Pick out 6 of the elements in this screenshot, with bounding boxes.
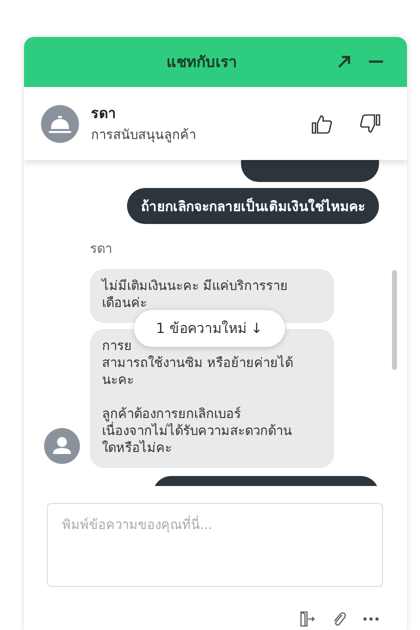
sender-name: รดา: [90, 241, 113, 259]
user-message: ถ้ายกเลิกจะกลายเป็นเติมเงินใช่ไหมคะ: [127, 188, 379, 224]
agent-role: การสนับสนุนลูกค้า: [91, 127, 197, 145]
window-title: แชทกับเรา: [166, 52, 238, 73]
agent-name: รดา: [91, 105, 117, 124]
message-input[interactable]: พิมพ์ข้อความของคุณที่นี่...: [47, 503, 383, 587]
